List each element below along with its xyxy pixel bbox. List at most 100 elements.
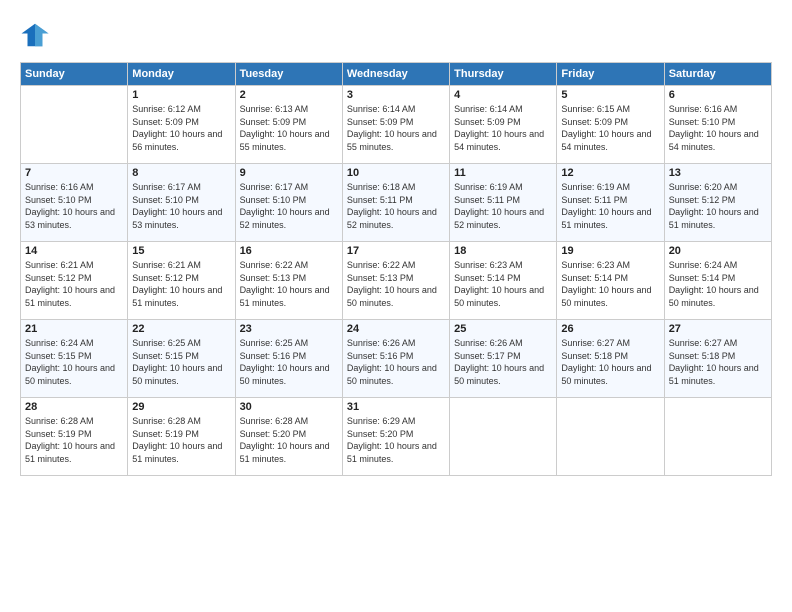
header: [20, 20, 772, 50]
calendar-cell: 8 Sunrise: 6:17 AMSunset: 5:10 PMDaylight…: [128, 164, 235, 242]
day-info: Sunrise: 6:24 AMSunset: 5:14 PMDaylight:…: [669, 259, 767, 309]
day-number: 26: [561, 323, 659, 335]
calendar-body: 1 Sunrise: 6:12 AMSunset: 5:09 PMDaylight…: [21, 86, 772, 476]
day-number: 2: [240, 89, 338, 101]
calendar-header-cell: Friday: [557, 63, 664, 86]
calendar-cell: 30Sunrise: 6:28 AMSunset: 5:20 PMDayligh…: [235, 398, 342, 476]
day-number: 20: [669, 245, 767, 257]
calendar-week-row: 7 Sunrise: 6:16 AMSunset: 5:10 PMDaylight…: [21, 164, 772, 242]
day-info: Sunrise: 6:29 AMSunset: 5:20 PMDaylight:…: [347, 415, 445, 465]
logo: [20, 20, 54, 50]
day-info: Sunrise: 6:22 AMSunset: 5:13 PMDaylight:…: [347, 259, 445, 309]
calendar-cell: 16 Sunrise: 6:22 AMSunset: 5:13 PMDayligh…: [235, 242, 342, 320]
day-info: Sunrise: 6:22 AMSunset: 5:13 PMDaylight:…: [240, 259, 338, 309]
day-info: Sunrise: 6:16 AMSunset: 5:10 PMDaylight:…: [25, 181, 123, 231]
calendar-week-row: 1 Sunrise: 6:12 AMSunset: 5:09 PMDaylight…: [21, 86, 772, 164]
calendar-cell: 4 Sunrise: 6:14 AMSunset: 5:09 PMDaylight…: [450, 86, 557, 164]
calendar-cell: 13Sunrise: 6:20 AMSunset: 5:12 PMDayligh…: [664, 164, 771, 242]
calendar-cell: 2 Sunrise: 6:13 AMSunset: 5:09 PMDaylight…: [235, 86, 342, 164]
day-info: Sunrise: 6:25 AMSunset: 5:16 PMDaylight:…: [240, 337, 338, 387]
calendar-cell: 29 Sunrise: 6:28 AMSunset: 5:19 PMDayligh…: [128, 398, 235, 476]
day-number: 29: [132, 401, 230, 413]
day-number: 17: [347, 245, 445, 257]
day-number: 1: [132, 89, 230, 101]
calendar-cell: 27 Sunrise: 6:27 AMSunset: 5:18 PMDayligh…: [664, 320, 771, 398]
calendar-cell: 31 Sunrise: 6:29 AMSunset: 5:20 PMDayligh…: [342, 398, 449, 476]
day-number: 27: [669, 323, 767, 335]
day-number: 9: [240, 167, 338, 179]
day-number: 24: [347, 323, 445, 335]
day-info: Sunrise: 6:27 AMSunset: 5:18 PMDaylight:…: [669, 337, 767, 387]
calendar-week-row: 28 Sunrise: 6:28 AMSunset: 5:19 PMDayligh…: [21, 398, 772, 476]
calendar-cell: 17 Sunrise: 6:22 AMSunset: 5:13 PMDayligh…: [342, 242, 449, 320]
day-number: 21: [25, 323, 123, 335]
day-info: Sunrise: 6:14 AMSunset: 5:09 PMDaylight:…: [347, 103, 445, 153]
day-info: Sunrise: 6:25 AMSunset: 5:15 PMDaylight:…: [132, 337, 230, 387]
calendar-cell: 5 Sunrise: 6:15 AMSunset: 5:09 PMDaylight…: [557, 86, 664, 164]
calendar-cell: 6Sunrise: 6:16 AMSunset: 5:10 PMDaylight…: [664, 86, 771, 164]
calendar-cell: 7 Sunrise: 6:16 AMSunset: 5:10 PMDaylight…: [21, 164, 128, 242]
calendar-cell: 20 Sunrise: 6:24 AMSunset: 5:14 PMDayligh…: [664, 242, 771, 320]
day-number: 25: [454, 323, 552, 335]
calendar-cell: 12 Sunrise: 6:19 AMSunset: 5:11 PMDayligh…: [557, 164, 664, 242]
day-number: 4: [454, 89, 552, 101]
day-number: 10: [347, 167, 445, 179]
calendar-cell: 1 Sunrise: 6:12 AMSunset: 5:09 PMDaylight…: [128, 86, 235, 164]
day-info: Sunrise: 6:18 AMSunset: 5:11 PMDaylight:…: [347, 181, 445, 231]
day-info: Sunrise: 6:20 AMSunset: 5:12 PMDaylight:…: [669, 181, 767, 231]
day-info: Sunrise: 6:23 AMSunset: 5:14 PMDaylight:…: [561, 259, 659, 309]
calendar-cell: 9 Sunrise: 6:17 AMSunset: 5:10 PMDaylight…: [235, 164, 342, 242]
day-info: Sunrise: 6:16 AMSunset: 5:10 PMDaylight:…: [669, 103, 767, 153]
calendar-header-cell: Saturday: [664, 63, 771, 86]
day-number: 5: [561, 89, 659, 101]
day-number: 23: [240, 323, 338, 335]
day-number: 12: [561, 167, 659, 179]
day-number: 11: [454, 167, 552, 179]
day-info: Sunrise: 6:28 AMSunset: 5:19 PMDaylight:…: [25, 415, 123, 465]
calendar-cell: 3 Sunrise: 6:14 AMSunset: 5:09 PMDaylight…: [342, 86, 449, 164]
day-number: 7: [25, 167, 123, 179]
day-number: 16: [240, 245, 338, 257]
day-number: 8: [132, 167, 230, 179]
calendar-cell: 26Sunrise: 6:27 AMSunset: 5:18 PMDayligh…: [557, 320, 664, 398]
calendar-cell: 15Sunrise: 6:21 AMSunset: 5:12 PMDayligh…: [128, 242, 235, 320]
day-info: Sunrise: 6:13 AMSunset: 5:09 PMDaylight:…: [240, 103, 338, 153]
calendar-cell: 22Sunrise: 6:25 AMSunset: 5:15 PMDayligh…: [128, 320, 235, 398]
calendar-cell: [450, 398, 557, 476]
calendar-header-cell: Thursday: [450, 63, 557, 86]
day-info: Sunrise: 6:17 AMSunset: 5:10 PMDaylight:…: [240, 181, 338, 231]
day-info: Sunrise: 6:24 AMSunset: 5:15 PMDaylight:…: [25, 337, 123, 387]
calendar-cell: 11Sunrise: 6:19 AMSunset: 5:11 PMDayligh…: [450, 164, 557, 242]
day-info: Sunrise: 6:12 AMSunset: 5:09 PMDaylight:…: [132, 103, 230, 153]
day-number: 14: [25, 245, 123, 257]
calendar-cell: 18 Sunrise: 6:23 AMSunset: 5:14 PMDayligh…: [450, 242, 557, 320]
day-info: Sunrise: 6:14 AMSunset: 5:09 PMDaylight:…: [454, 103, 552, 153]
calendar-header-cell: Sunday: [21, 63, 128, 86]
calendar-cell: 19 Sunrise: 6:23 AMSunset: 5:14 PMDayligh…: [557, 242, 664, 320]
calendar-header-cell: Tuesday: [235, 63, 342, 86]
day-info: Sunrise: 6:15 AMSunset: 5:09 PMDaylight:…: [561, 103, 659, 153]
calendar-week-row: 14 Sunrise: 6:21 AMSunset: 5:12 PMDayligh…: [21, 242, 772, 320]
day-number: 28: [25, 401, 123, 413]
day-number: 3: [347, 89, 445, 101]
day-info: Sunrise: 6:17 AMSunset: 5:10 PMDaylight:…: [132, 181, 230, 231]
calendar-week-row: 21 Sunrise: 6:24 AMSunset: 5:15 PMDayligh…: [21, 320, 772, 398]
calendar-header-cell: Monday: [128, 63, 235, 86]
calendar-cell: 23 Sunrise: 6:25 AMSunset: 5:16 PMDayligh…: [235, 320, 342, 398]
day-number: 18: [454, 245, 552, 257]
day-info: Sunrise: 6:19 AMSunset: 5:11 PMDaylight:…: [561, 181, 659, 231]
day-info: Sunrise: 6:28 AMSunset: 5:19 PMDaylight:…: [132, 415, 230, 465]
calendar-cell: 14 Sunrise: 6:21 AMSunset: 5:12 PMDayligh…: [21, 242, 128, 320]
calendar-header-cell: Wednesday: [342, 63, 449, 86]
day-info: Sunrise: 6:21 AMSunset: 5:12 PMDaylight:…: [25, 259, 123, 309]
day-info: Sunrise: 6:26 AMSunset: 5:17 PMDaylight:…: [454, 337, 552, 387]
day-number: 30: [240, 401, 338, 413]
calendar-cell: 10 Sunrise: 6:18 AMSunset: 5:11 PMDayligh…: [342, 164, 449, 242]
calendar-cell: 24Sunrise: 6:26 AMSunset: 5:16 PMDayligh…: [342, 320, 449, 398]
calendar-cell: 21 Sunrise: 6:24 AMSunset: 5:15 PMDayligh…: [21, 320, 128, 398]
day-number: 31: [347, 401, 445, 413]
day-info: Sunrise: 6:23 AMSunset: 5:14 PMDaylight:…: [454, 259, 552, 309]
logo-icon: [20, 20, 50, 50]
calendar: SundayMondayTuesdayWednesdayThursdayFrid…: [20, 62, 772, 476]
day-number: 19: [561, 245, 659, 257]
